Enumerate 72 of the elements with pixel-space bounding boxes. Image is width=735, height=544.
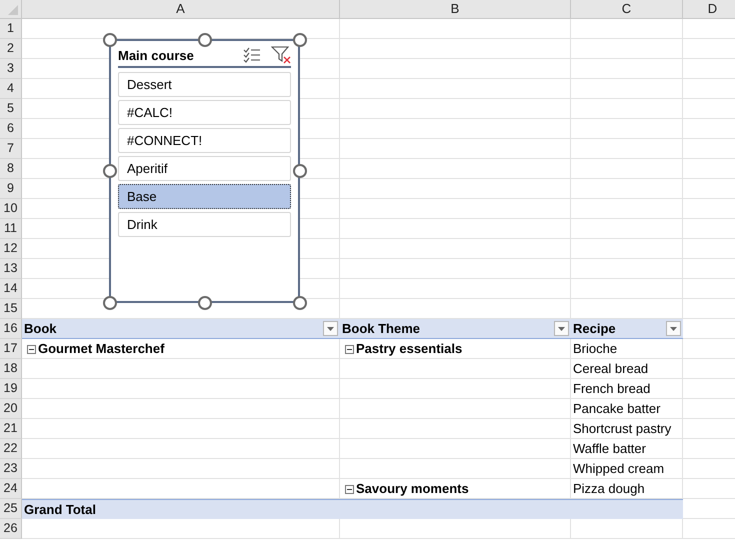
row-label: Brioche [573,340,618,358]
slicer-item[interactable]: Dessert [118,72,291,97]
slicer-item[interactable]: #CONNECT! [118,128,291,153]
row-heading[interactable]: 20 [0,399,22,419]
slicer-panel[interactable]: Main course Dessert #CALC! #CONNECT! Aperitif Base Drink [109,39,300,303]
filter-dropdown-button[interactable] [666,321,681,336]
row-label: Waffle batter [573,440,646,458]
row-label: Pancake batter [573,400,660,418]
row-heading[interactable]: 24 [0,479,22,499]
resize-handle[interactable] [103,296,117,310]
row-label: Cereal bread [573,360,648,378]
row-label: Pizza dough [573,480,645,498]
row-heading[interactable]: 25 [0,499,22,519]
column-header: Recipe [573,320,616,338]
column-heading[interactable]: D [683,0,735,19]
row-heading[interactable]: 8 [0,159,22,179]
column-header: Book Theme [342,320,420,338]
row-heading[interactable]: 14 [0,279,22,299]
slicer-item[interactable]: Aperitif [118,156,291,181]
caret-icon [558,326,565,330]
row-label: Pastry essentials [356,340,462,358]
row-label: French bread [573,380,650,398]
total-label: Grand Total [24,500,96,518]
row-heading[interactable]: 6 [0,119,22,139]
resize-handle[interactable] [103,33,117,47]
column-header: Book [24,320,56,338]
caret-icon [670,326,677,330]
row-heading[interactable]: 22 [0,439,22,459]
column-heading[interactable]: C [571,0,683,19]
column-heading[interactable]: B [340,0,571,19]
row-heading[interactable]: 7 [0,139,22,159]
row-heading[interactable]: 17 [0,339,22,359]
row-heading[interactable]: 16 [0,319,22,339]
slicer-item[interactable]: Base [118,184,291,209]
collapse-icon[interactable] [345,484,354,494]
caret-icon [327,326,334,330]
clear-filter-icon[interactable] [271,46,291,64]
resize-handle[interactable] [293,33,307,47]
row-label: Savoury moments [356,480,469,498]
slicer-title: Main course [118,48,195,62]
column-heading[interactable]: A [22,0,340,19]
collapse-icon[interactable] [27,344,36,354]
row-heading[interactable]: 21 [0,419,22,439]
filter-dropdown-button[interactable] [323,321,338,336]
row-label: Whipped cream [573,460,664,478]
row-heading[interactable]: 18 [0,359,22,379]
multi-select-icon[interactable] [243,47,261,63]
row-heading[interactable]: 3 [0,59,22,79]
row-heading[interactable]: 1 [0,19,22,39]
row-heading[interactable]: 26 [0,519,22,539]
row-heading[interactable]: 19 [0,379,22,399]
row-heading[interactable]: 11 [0,219,22,239]
slicer-item[interactable]: #CALC! [118,100,291,125]
resize-handle[interactable] [293,164,307,178]
row-label: Gourmet Masterchef [38,340,164,358]
row-label: Shortcrust pastry [573,420,672,438]
row-heading[interactable]: 5 [0,99,22,119]
row-heading[interactable]: 4 [0,79,22,99]
resize-handle[interactable] [198,296,212,310]
resize-handle[interactable] [103,164,117,178]
row-heading[interactable]: 23 [0,459,22,479]
row-heading[interactable]: 15 [0,299,22,319]
row-heading[interactable]: 9 [0,179,22,199]
resize-handle[interactable] [198,33,212,47]
slicer-item[interactable]: Drink [118,212,291,237]
row-heading[interactable]: 2 [0,39,22,59]
resize-handle[interactable] [293,296,307,310]
filter-dropdown-button[interactable] [554,321,569,336]
row-heading[interactable]: 10 [0,199,22,219]
row-heading[interactable]: 12 [0,239,22,259]
row-heading[interactable]: 13 [0,259,22,279]
collapse-icon[interactable] [345,344,354,354]
